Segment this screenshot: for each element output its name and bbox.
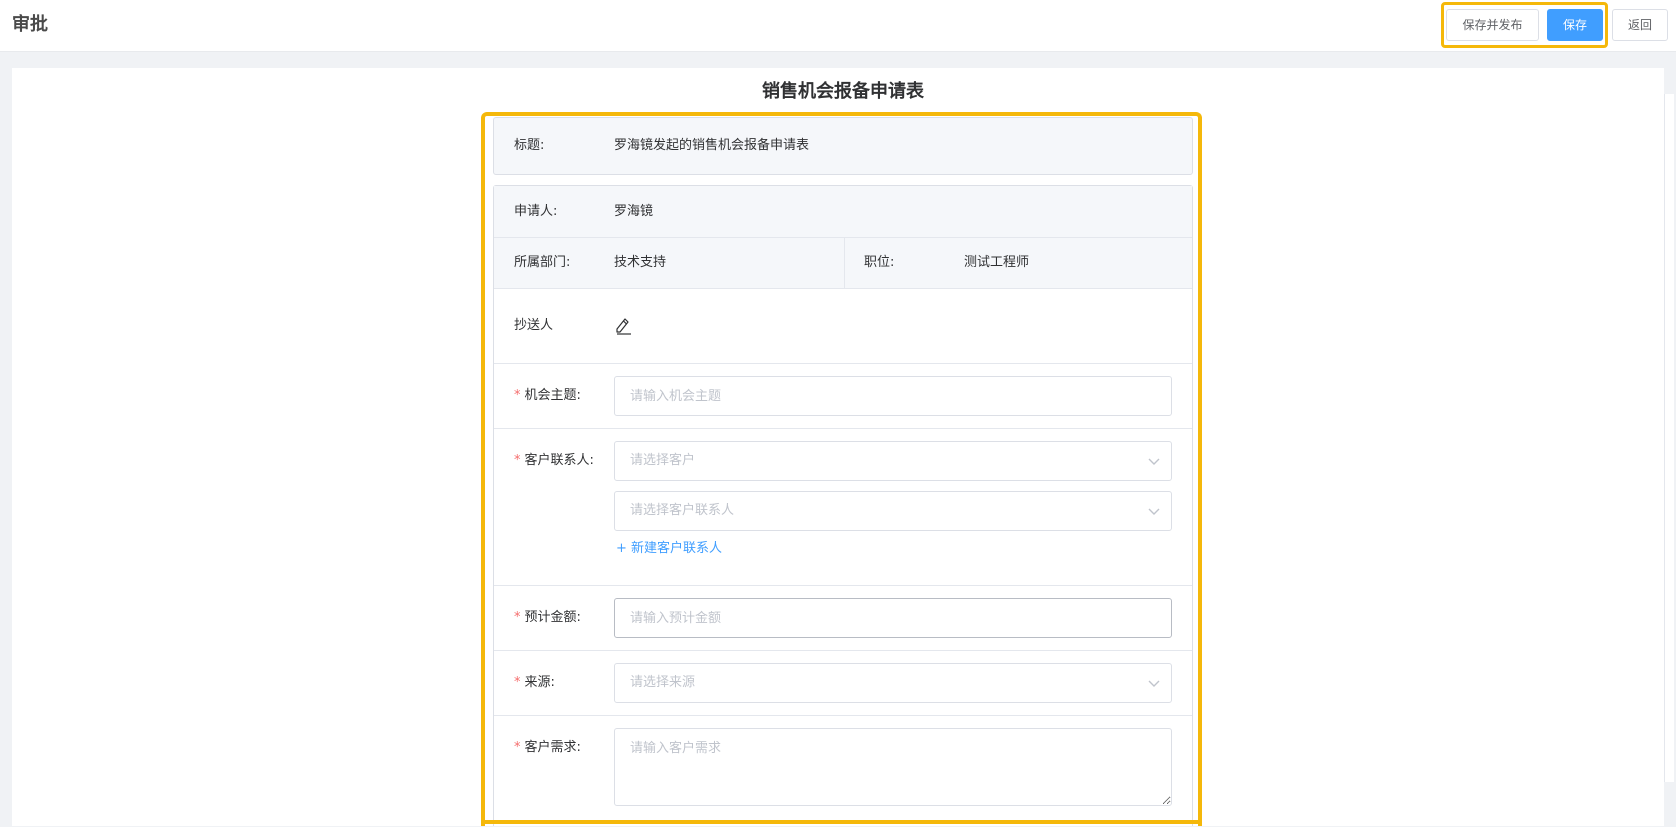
- customer-select-placeholder: 请选择客户: [630, 453, 696, 468]
- department-value: 技术支持: [614, 255, 667, 270]
- department-row: 所属部门: 技术支持 职位: 测试工程师: [494, 238, 1192, 288]
- source-label: * 来源:: [514, 675, 555, 690]
- title-section: 标题: 罗海镜发起的销售机会报备申请表: [493, 117, 1193, 175]
- position-value: 测试工程师: [964, 255, 1030, 270]
- back-button[interactable]: 返回: [1612, 9, 1668, 41]
- edit-icon[interactable]: [614, 315, 632, 335]
- customer-contact-label: * 客户联系人:: [514, 453, 594, 468]
- applicant-label: 申请人:: [514, 204, 558, 219]
- chevron-down-icon: [1147, 504, 1161, 518]
- cc-row: 抄送人: [494, 289, 1192, 363]
- source-row: * 来源: 请选择来源: [494, 651, 1192, 715]
- estimated-amount-input[interactable]: [614, 598, 1172, 638]
- customer-demand-textarea[interactable]: [614, 728, 1172, 806]
- opportunity-subject-label: * 机会主题:: [514, 388, 581, 403]
- form-title: 销售机会报备申请表: [762, 81, 924, 102]
- customer-contact-select-placeholder: 请选择客户联系人: [630, 503, 735, 518]
- save-button[interactable]: 保存: [1547, 9, 1603, 41]
- customer-contact-select[interactable]: 请选择客户联系人: [614, 491, 1172, 531]
- title-value: 罗海镜发起的销售机会报备申请表: [614, 138, 810, 153]
- page-title: 审批: [12, 14, 48, 35]
- customer-demand-label: * 客户需求:: [514, 740, 581, 755]
- column-divider: [844, 238, 845, 288]
- new-customer-contact-link[interactable]: + 新建客户联系人: [616, 539, 722, 559]
- page-header: 审批 保存并发布 保存 返回: [0, 0, 1676, 52]
- form-section: 申请人: 罗海镜 所属部门: 技术支持 职位: 测试工程师 抄送人 * 机会主题:…: [493, 185, 1193, 826]
- source-select[interactable]: 请选择来源: [614, 663, 1172, 703]
- chevron-down-icon: [1147, 676, 1161, 690]
- chevron-down-icon: [1147, 454, 1161, 468]
- customer-contact-row: * 客户联系人: 请选择客户 请选择客户联系人 + 新建客户联系人: [494, 429, 1192, 585]
- form-highlight-bottom: [481, 820, 1202, 824]
- opportunity-subject-input[interactable]: [614, 376, 1172, 416]
- department-label: 所属部门:: [514, 255, 571, 270]
- estimated-amount-row: * 预计金额:: [494, 586, 1192, 650]
- title-label: 标题:: [514, 138, 545, 153]
- source-select-placeholder: 请选择来源: [630, 675, 696, 690]
- save-and-publish-button[interactable]: 保存并发布: [1446, 9, 1539, 41]
- scrollbar-end: [1664, 782, 1674, 826]
- scrollbar[interactable]: [1664, 94, 1674, 782]
- position-label: 职位:: [864, 255, 895, 270]
- cc-label: 抄送人: [514, 318, 554, 333]
- customer-select[interactable]: 请选择客户: [614, 441, 1172, 481]
- estimated-amount-label: * 预计金额:: [514, 610, 581, 625]
- applicant-row: 申请人: 罗海镜: [494, 186, 1192, 237]
- opportunity-subject-row: * 机会主题:: [494, 364, 1192, 428]
- customer-demand-row: * 客户需求:: [494, 716, 1192, 827]
- applicant-value: 罗海镜: [614, 204, 654, 219]
